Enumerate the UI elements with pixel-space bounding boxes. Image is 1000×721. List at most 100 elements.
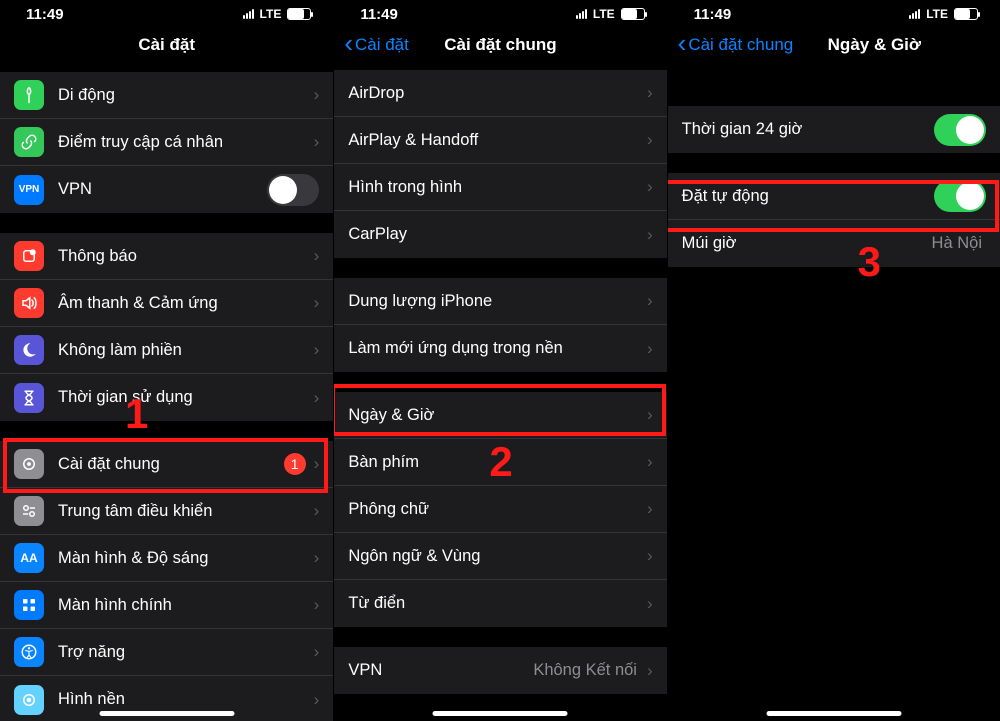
row-timezone[interactable]: Múi giờ Hà Nội xyxy=(668,220,1000,267)
row-hotspot[interactable]: Điểm truy cập cá nhân › xyxy=(0,119,333,166)
row-dnd[interactable]: Không làm phiền › xyxy=(0,327,333,374)
row-date-time[interactable]: Ngày & Giờ› xyxy=(334,392,666,439)
chevron-right-icon: › xyxy=(314,454,320,474)
row-label: AirPlay & Handoff xyxy=(348,131,641,150)
home-indicator[interactable] xyxy=(433,711,568,716)
chevron-right-icon: › xyxy=(314,85,320,105)
row-airplay[interactable]: AirPlay & Handoff › xyxy=(334,117,666,164)
vpn-toggle[interactable] xyxy=(267,174,319,206)
nav-header: Cài đặt xyxy=(0,28,333,62)
chevron-right-icon: › xyxy=(314,246,320,266)
status-bar: 11:49 LTE xyxy=(668,0,1000,28)
grid-icon xyxy=(14,590,44,620)
status-bar: 11:49 LTE xyxy=(334,0,666,28)
nav-header: ‹Cài đặt chung Ngày & Giờ xyxy=(668,28,1000,62)
accessibility-icon xyxy=(14,637,44,667)
row-label: Thông báo xyxy=(58,247,308,266)
antenna-icon xyxy=(14,80,44,110)
chevron-right-icon: › xyxy=(647,291,653,311)
back-label: Cài đặt chung xyxy=(688,35,793,55)
chevron-right-icon: › xyxy=(314,340,320,360)
row-24h[interactable]: Thời gian 24 giờ xyxy=(668,106,1000,153)
chevron-right-icon: › xyxy=(647,130,653,150)
row-label: Ngày & Giờ xyxy=(348,406,641,425)
nav-header: ‹Cài đặt Cài đặt chung xyxy=(334,28,666,62)
group-notifications: Thông báo › Âm thanh & Cảm ứng › Không l… xyxy=(0,233,333,421)
row-control-center[interactable]: Trung tâm điều khiển › xyxy=(0,488,333,535)
chevron-right-icon: › xyxy=(647,661,653,681)
row-bg-refresh[interactable]: Làm mới ứng dụng trong nền › xyxy=(334,325,666,372)
row-notifications[interactable]: Thông báo › xyxy=(0,233,333,280)
row-label: Màn hình chính xyxy=(58,596,308,615)
group-vpn: VPNKhông Kết nối › xyxy=(334,647,666,694)
toggle-auto-set[interactable] xyxy=(934,180,986,212)
row-dictionary[interactable]: Từ điển› xyxy=(334,580,666,627)
group-connect: AirDrop› AirPlay & Handoff › Hình trong h… xyxy=(334,70,666,258)
row-accessibility[interactable]: Trợ năng › xyxy=(0,629,333,676)
row-label: Hình nền xyxy=(58,690,308,709)
row-label: Trợ năng xyxy=(58,643,308,662)
settings-root-screen: 11:49 LTE Cài đặt Di động › Điểm truy cậ… xyxy=(0,0,333,721)
group-general: Cài đặt chung 1 › Trung tâm điều khiển ›… xyxy=(0,441,333,721)
chevron-left-icon: ‹ xyxy=(344,30,353,56)
back-button[interactable]: ‹Cài đặt chung xyxy=(678,32,794,58)
row-auto-set[interactable]: Đặt tự động xyxy=(668,173,1000,220)
row-label: Hình trong hình xyxy=(348,178,641,197)
moon-icon xyxy=(14,335,44,365)
row-storage[interactable]: Dung lượng iPhone › xyxy=(334,278,666,325)
row-homescreen[interactable]: Màn hình chính › xyxy=(0,582,333,629)
row-fonts[interactable]: Phông chữ› xyxy=(334,486,666,533)
row-lang-region[interactable]: Ngôn ngữ & Vùng› xyxy=(334,533,666,580)
row-screentime[interactable]: Thời gian sử dụng › xyxy=(0,374,333,421)
row-carplay[interactable]: CarPlay › xyxy=(334,211,666,258)
home-indicator[interactable] xyxy=(99,711,234,716)
row-cellular[interactable]: Di động › xyxy=(0,72,333,119)
back-label: Cài đặt xyxy=(355,35,409,55)
chevron-right-icon: › xyxy=(647,225,653,245)
row-label: VPN xyxy=(348,661,533,680)
row-label: Điểm truy cập cá nhân xyxy=(58,133,308,152)
group-lang: Ngày & Giờ› Bàn phím› Phông chữ› Ngôn ng… xyxy=(334,392,666,627)
status-time: 11:49 xyxy=(360,6,398,23)
row-pip[interactable]: Hình trong hình› xyxy=(334,164,666,211)
row-vpn-status[interactable]: VPNKhông Kết nối › xyxy=(334,647,666,694)
row-label: Đặt tự động xyxy=(682,187,934,206)
hourglass-icon xyxy=(14,383,44,413)
row-value: Không Kết nối xyxy=(533,661,637,680)
row-label: Phông chữ xyxy=(348,500,641,519)
row-display[interactable]: AA Màn hình & Độ sáng › xyxy=(0,535,333,582)
row-label: VPN xyxy=(58,180,267,199)
row-vpn[interactable]: VPN VPN xyxy=(0,166,333,213)
group-network: Di động › Điểm truy cập cá nhân › VPN VP… xyxy=(0,72,333,213)
speaker-icon xyxy=(14,288,44,318)
signal-icon xyxy=(576,9,587,19)
chevron-right-icon: › xyxy=(314,595,320,615)
row-label: CarPlay xyxy=(348,225,641,244)
status-network: LTE xyxy=(926,7,948,21)
row-label: Dung lượng iPhone xyxy=(348,292,641,311)
row-label: Màn hình & Độ sáng xyxy=(58,549,308,568)
row-airdrop[interactable]: AirDrop› xyxy=(334,70,666,117)
home-indicator[interactable] xyxy=(766,711,901,716)
row-general[interactable]: Cài đặt chung 1 › xyxy=(0,441,333,488)
row-label: Múi giờ xyxy=(682,234,932,253)
battery-icon xyxy=(954,8,978,20)
back-button[interactable]: ‹Cài đặt xyxy=(344,32,409,58)
chevron-right-icon: › xyxy=(647,452,653,472)
row-sounds[interactable]: Âm thanh & Cảm ứng › xyxy=(0,280,333,327)
row-label: Trung tâm điều khiển xyxy=(58,502,308,521)
wallpaper-icon xyxy=(14,685,44,715)
chevron-right-icon: › xyxy=(647,83,653,103)
text-size-icon: AA xyxy=(14,543,44,573)
chevron-right-icon: › xyxy=(314,132,320,152)
row-label: Không làm phiền xyxy=(58,341,308,360)
chevron-right-icon: › xyxy=(314,501,320,521)
row-label: Di động xyxy=(58,86,308,105)
row-label: Làm mới ứng dụng trong nền xyxy=(348,339,641,358)
date-time-screen: 11:49 LTE ‹Cài đặt chung Ngày & Giờ Thời… xyxy=(667,0,1000,721)
chevron-right-icon: › xyxy=(647,594,653,614)
toggle-24h[interactable] xyxy=(934,114,986,146)
chevron-right-icon: › xyxy=(647,339,653,359)
chevron-right-icon: › xyxy=(314,642,320,662)
row-keyboard[interactable]: Bàn phím› xyxy=(334,439,666,486)
